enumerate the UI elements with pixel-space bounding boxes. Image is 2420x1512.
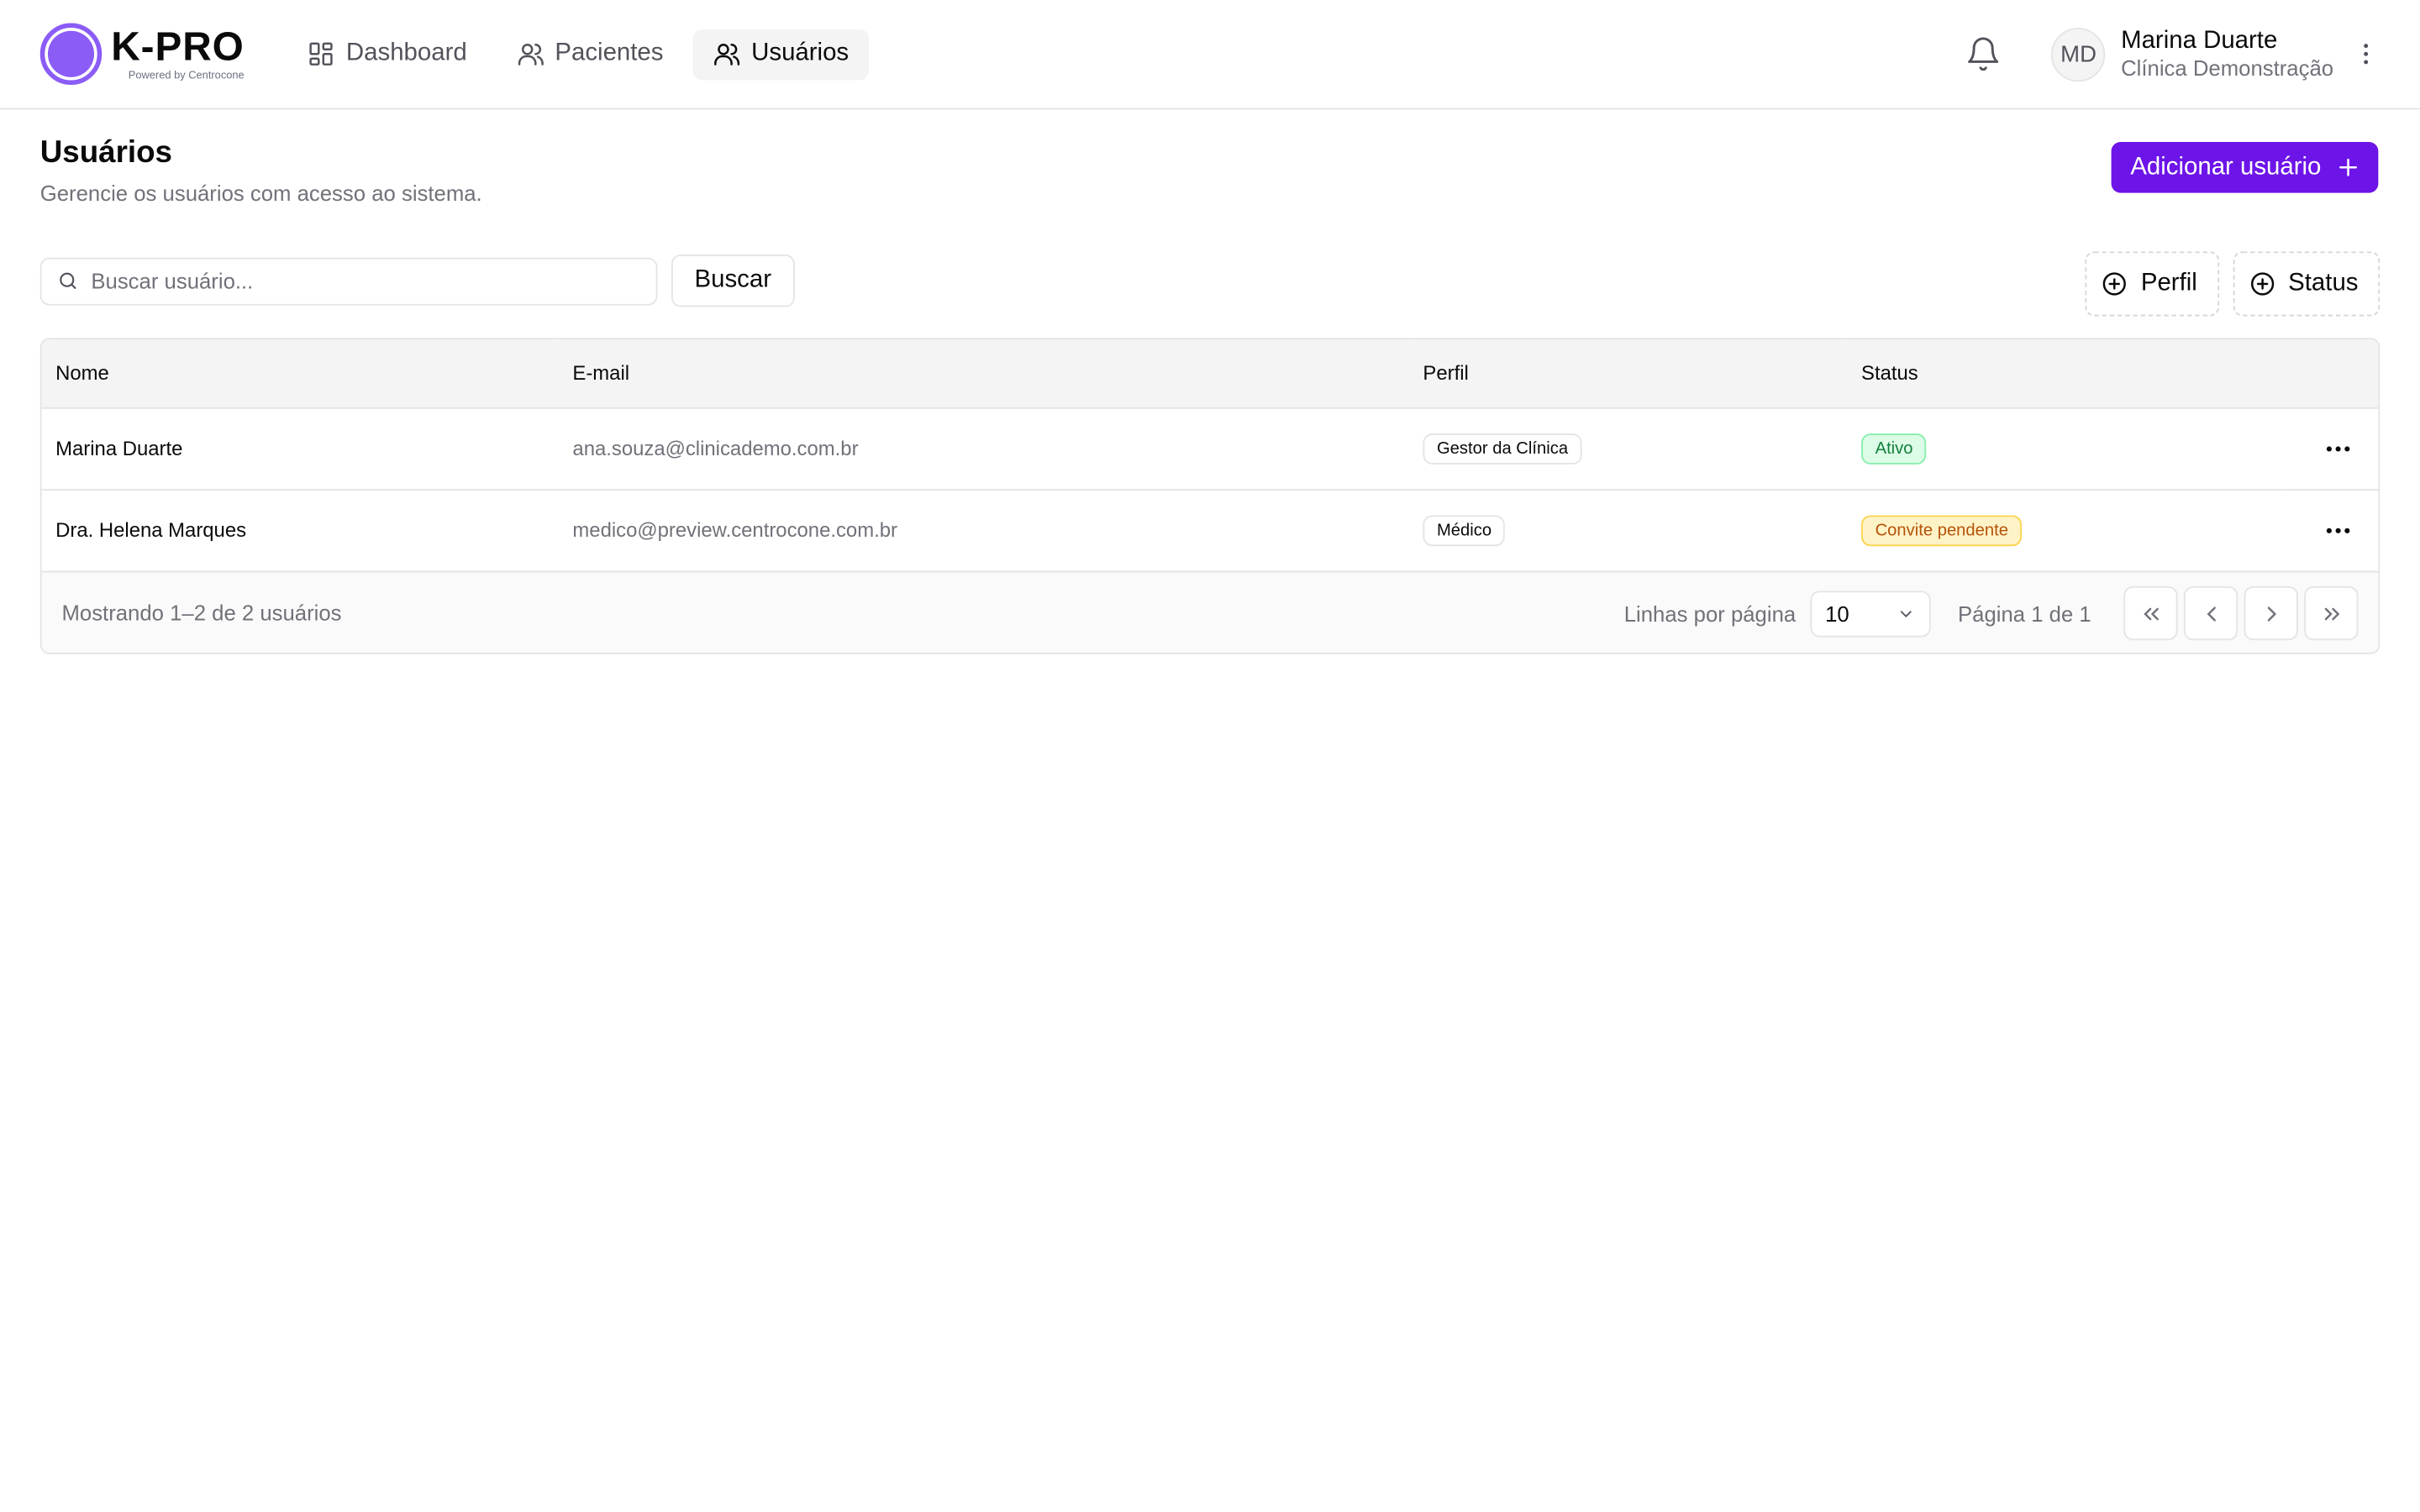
logo-title: K-PRO — [111, 23, 245, 70]
nav-label-usuarios: Usuários — [751, 39, 850, 66]
plus-icon — [2339, 158, 2357, 176]
first-page-button[interactable] — [2123, 585, 2178, 641]
avatar[interactable]: MD — [2051, 27, 2106, 81]
page-indicator: Página 1 de 1 — [1958, 601, 2091, 626]
users-icon — [713, 44, 739, 66]
cell-name: Marina Duarte — [55, 436, 183, 460]
user-name: Marina Duarte — [2121, 28, 2278, 55]
nav-item-pacientes[interactable]: Pacientes — [497, 29, 684, 80]
pagination: Linhas por página 10 Página 1 de 1 — [1623, 572, 2359, 653]
nav-label-pacientes: Pacientes — [555, 39, 664, 66]
users-table: Nome E-mail Perfil Status Marina Duarte … — [39, 338, 2381, 654]
rows-per-page-select[interactable]: 10 — [1809, 590, 1930, 637]
table-row[interactable]: Dra. Helena Marques medico@preview.centr… — [41, 489, 2379, 570]
nav-item-dashboard[interactable]: Dashboard — [287, 29, 487, 80]
profile-badge: Gestor da Clínica — [1423, 433, 1582, 464]
user-org: Clínica Demonstração — [2121, 55, 2334, 81]
top-right-area: MD Marina Duarte Clínica Demonstração — [1965, 0, 2381, 108]
filter-profile-label: Perfil — [2140, 270, 2197, 297]
cell-email: medico@preview.centrocone.com.br — [572, 518, 897, 543]
add-user-button[interactable]: Adicionar usuário — [2112, 141, 2379, 193]
user-info[interactable]: Marina Duarte Clínica Demonstração — [2121, 26, 2333, 81]
profile-badge: Médico — [1423, 514, 1506, 546]
last-page-button[interactable] — [2304, 585, 2359, 641]
chevron-down-icon — [1900, 610, 1912, 617]
bell-icon[interactable] — [1965, 35, 2002, 72]
filter-status-button[interactable]: Status — [2233, 251, 2381, 317]
previous-page-button[interactable] — [2183, 585, 2238, 641]
dashboard-icon — [309, 42, 334, 66]
logo-subtitle: Powered by Centrocone — [128, 71, 245, 82]
more-horizontal-icon[interactable] — [2323, 433, 2354, 464]
column-header-email[interactable]: E-mail — [559, 339, 1409, 407]
status-badge: Convite pendente — [1861, 514, 2023, 546]
column-header-profile[interactable]: Perfil — [1409, 339, 1848, 407]
next-page-button[interactable] — [2244, 585, 2298, 641]
page-title: Usuários — [39, 135, 172, 171]
plus-circle-icon — [2250, 272, 2274, 296]
table-footer: Mostrando 1–2 de 2 usuários Linhas por p… — [41, 570, 2379, 653]
more-vertical-icon[interactable] — [2352, 40, 2380, 68]
logo-mark-icon — [39, 23, 103, 86]
top-bar: K-PRO Powered by Centrocone Dashboard Pa… — [0, 0, 2420, 110]
page-description: Gerencie os usuários com acesso ao siste… — [39, 180, 482, 206]
cell-email: ana.souza@clinicademo.com.br — [572, 436, 859, 460]
patients-icon — [518, 44, 544, 66]
app-root: K-PRO Powered by Centrocone Dashboard Pa… — [0, 0, 2420, 1389]
chevrons-left-icon — [2143, 606, 2159, 620]
rows-per-page-value: 10 — [1825, 601, 1849, 626]
search-box — [39, 256, 658, 305]
column-header-status[interactable]: Status — [1848, 339, 2286, 407]
column-header-name[interactable]: Nome — [42, 339, 559, 407]
rows-per-page-label: Linhas por página — [1623, 601, 1797, 626]
chevron-left-icon — [2206, 606, 2215, 621]
filter-status-label: Status — [2288, 270, 2359, 297]
cell-name: Dra. Helena Marques — [55, 518, 247, 543]
chevron-right-icon — [2266, 606, 2276, 621]
search-button[interactable]: Buscar — [671, 255, 795, 307]
add-user-label: Adicionar usuário — [2130, 153, 2322, 180]
page-header: Usuários Gerencie os usuários com acesso… — [0, 109, 2420, 205]
search-icon — [60, 272, 76, 289]
filter-group: Perfil Status — [2085, 251, 2381, 317]
toolbar: Buscar Perfil Status — [39, 251, 2381, 317]
table-row[interactable]: Marina Duarte ana.souza@clinicademo.com.… — [41, 407, 2379, 489]
logo[interactable]: K-PRO Powered by Centrocone — [39, 23, 245, 86]
more-horizontal-icon[interactable] — [2323, 515, 2354, 546]
plus-circle-icon — [2102, 272, 2127, 296]
search-input[interactable] — [91, 268, 616, 293]
status-badge: Ativo — [1861, 433, 1928, 464]
filter-profile-button[interactable]: Perfil — [2085, 251, 2219, 317]
chevrons-right-icon — [2323, 606, 2339, 620]
nav-item-usuarios[interactable]: Usuários — [692, 28, 870, 80]
results-count: Mostrando 1–2 de 2 usuários — [61, 600, 342, 625]
main-nav: Dashboard Pacientes Usuários — [287, 28, 870, 80]
nav-label-dashboard: Dashboard — [345, 39, 467, 66]
table-header-row: Nome E-mail Perfil Status — [41, 339, 2379, 407]
